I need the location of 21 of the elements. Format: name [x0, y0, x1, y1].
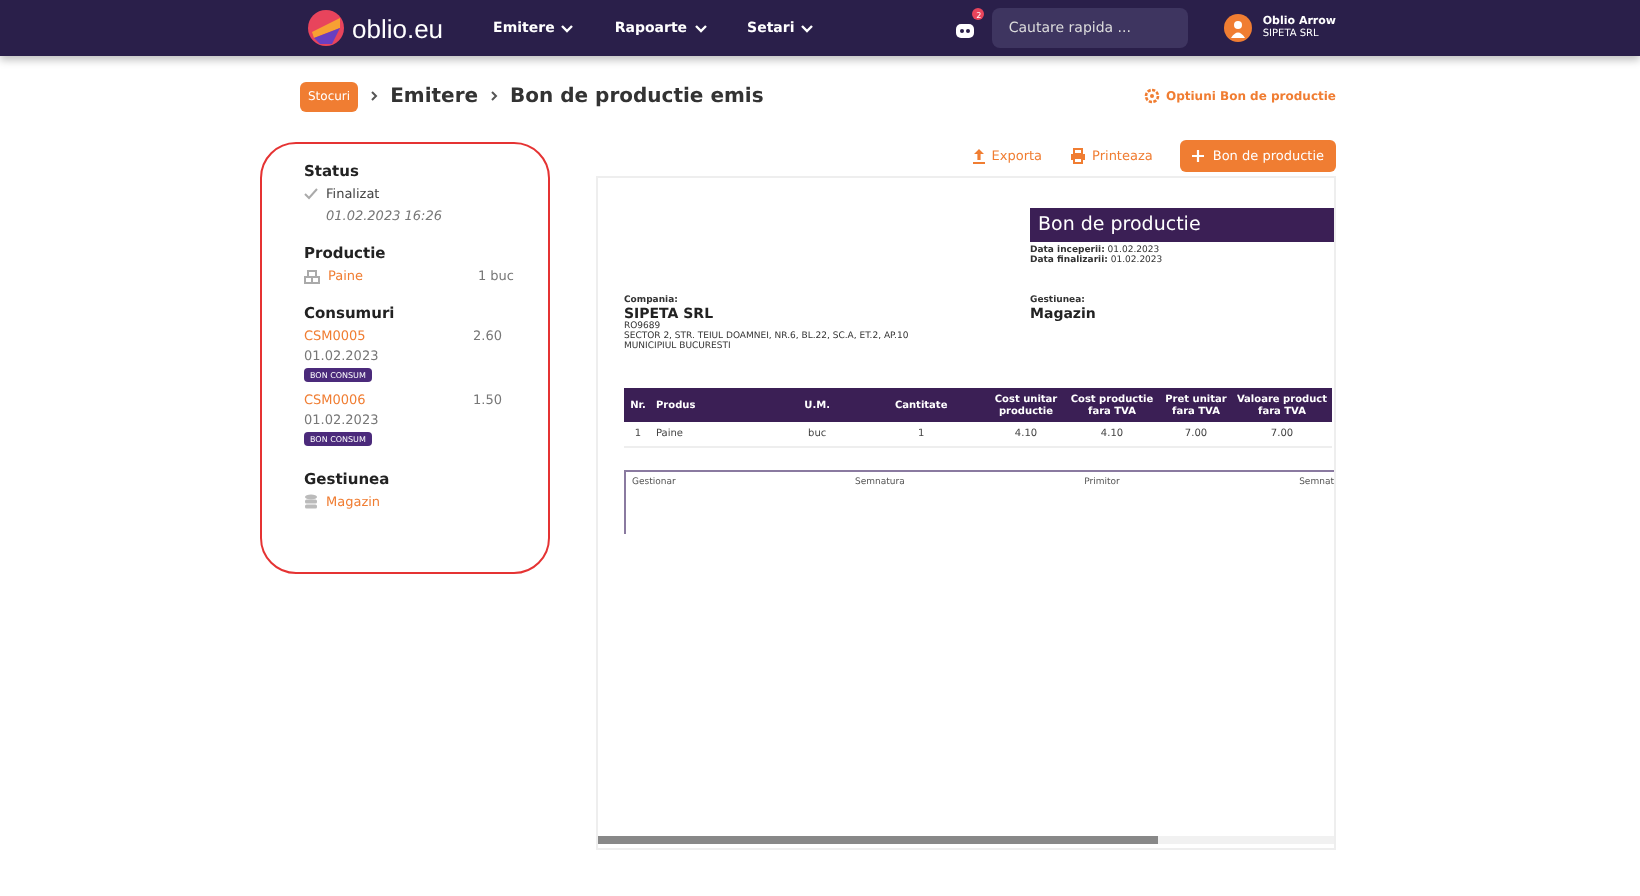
chevron-down-icon: [560, 23, 575, 33]
logo-text[interactable]: oblio.eu: [352, 13, 444, 43]
database-icon: [304, 494, 318, 510]
horizontal-scrollbar[interactable]: [598, 836, 1334, 844]
gear-icon: [1143, 88, 1160, 104]
chevron-down-icon: [693, 23, 708, 33]
robot-icon[interactable]: [954, 18, 977, 38]
plus-icon: [1192, 150, 1205, 162]
chevron-right-icon: [370, 90, 379, 102]
boxes-icon: [304, 269, 320, 283]
scrollbar-thumb[interactable]: [598, 836, 1158, 844]
document-title: Bon de productie: [1030, 208, 1334, 242]
upload-icon: [971, 148, 986, 164]
breadcrumb-item: Emitere: [390, 85, 479, 107]
check-icon: [304, 188, 318, 200]
breadcrumb-item: Bon de productie emis: [510, 85, 764, 107]
printer-icon: [1070, 148, 1087, 164]
logo-icon: [306, 8, 346, 48]
chevron-down-icon: [800, 23, 815, 33]
chevron-right-icon: [490, 90, 499, 102]
avatar-icon[interactable]: [1224, 14, 1253, 42]
